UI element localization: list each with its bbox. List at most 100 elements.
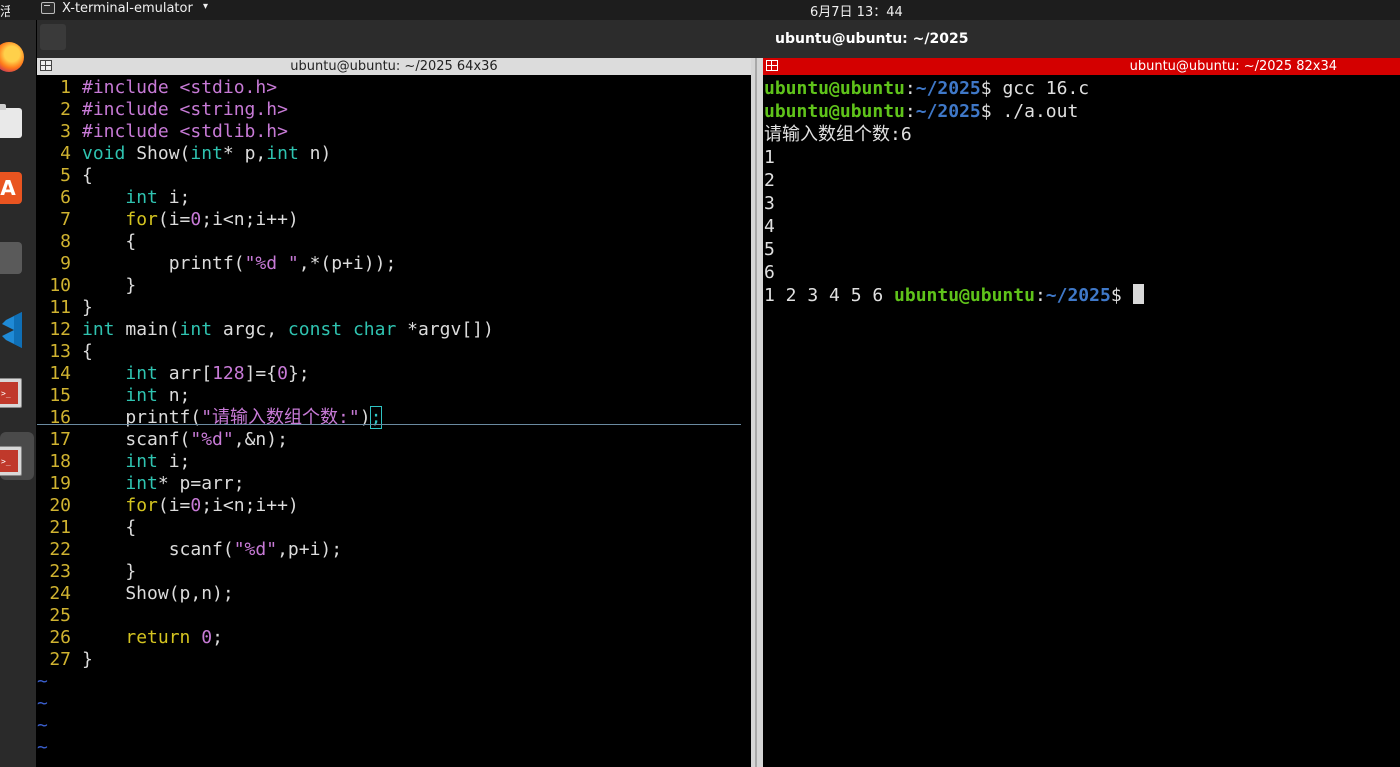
code-token: * p=arr;	[157, 473, 245, 494]
code-line[interactable]: 2 #include <string.h>	[37, 99, 751, 121]
code-line[interactable]: 7 for(i=0;i<n;i++)	[37, 209, 751, 231]
code-token: #include <string.h>	[82, 99, 288, 120]
code-line[interactable]: 4 void Show(int* p,int n)	[37, 143, 751, 165]
line-number: 6	[60, 187, 71, 208]
dock-item-firefox[interactable]	[0, 28, 34, 76]
code-line[interactable]: 21 {	[37, 517, 751, 539]
code-line[interactable]: 11}	[37, 297, 751, 319]
code-token: int	[179, 319, 213, 340]
code-line[interactable]: 18 int i;	[37, 451, 751, 473]
code-token: };	[287, 363, 310, 384]
code-token: int	[125, 363, 158, 384]
code-token: scanf(	[82, 539, 234, 560]
app-menu-button[interactable]: X-terminal-emulator	[62, 1, 193, 16]
code-line[interactable]: 26 return 0;	[37, 627, 751, 649]
code-token: int	[125, 385, 158, 406]
line-number: 27	[49, 649, 71, 670]
window-menu-button[interactable]	[40, 24, 66, 50]
code-token: for	[125, 495, 158, 516]
code-token: 0	[201, 627, 213, 648]
pane-menu-icon[interactable]	[40, 60, 52, 71]
activities-button[interactable]: 活动	[0, 1, 10, 20]
terminal-line: 1 2 3 4 5 6 ubuntu@ubuntu:~/2025$	[764, 284, 1394, 307]
code-token: const	[287, 319, 343, 340]
dock-item-vscode[interactable]	[0, 302, 34, 350]
line-number: 15	[49, 385, 71, 406]
shell-output[interactable]: ubuntu@ubuntu:~/2025$ gcc 16.c ubuntu@ubu…	[764, 77, 1394, 307]
code-line[interactable]: 25	[37, 605, 751, 627]
code-line[interactable]: 1 #include <stdio.h>	[37, 77, 751, 99]
dock-item-software[interactable]: A	[0, 166, 34, 214]
terminal-line: 6	[764, 261, 1394, 284]
code-line[interactable]: 9 printf("%d ",*(p+i));	[37, 253, 751, 275]
dock-item-terminal[interactable]	[0, 370, 34, 418]
line-number: 3	[60, 121, 71, 142]
terminal-line: 4	[764, 215, 1394, 238]
code-line[interactable]: 10 }	[37, 275, 751, 297]
pane-menu-icon[interactable]	[766, 60, 778, 71]
line-number: 26	[49, 627, 71, 648]
dock-item-files[interactable]	[0, 100, 34, 148]
terminal-icon	[0, 446, 22, 476]
terminal-text: 1	[764, 147, 775, 168]
terminal-line: ubuntu@ubuntu:~/2025$ ./a.out	[764, 100, 1394, 123]
code-line[interactable]: 24 Show(p,n);	[37, 583, 751, 605]
terminal-text: $ ./a.out	[980, 101, 1079, 122]
code-token: {	[82, 231, 137, 252]
dock-item-terminal-active[interactable]	[0, 432, 34, 480]
code-line[interactable]: 6 int i;	[37, 187, 751, 209]
prompt-path: ~/2025	[915, 101, 981, 122]
vim-editor[interactable]: 1 #include <stdio.h> 2 #include <string.h> 3…	[37, 77, 751, 759]
right-pane-title: ubuntu@ubuntu: ~/2025 82x34	[1129, 59, 1337, 74]
code-token: return	[125, 627, 191, 648]
chevron-down-icon[interactable]: ▾	[203, 1, 208, 12]
window-titlebar[interactable]: ubuntu@ubuntu: ~/2025	[37, 20, 1400, 58]
clock[interactable]: 6月7日 13：44	[810, 1, 903, 20]
code-line[interactable]: 8 {	[37, 231, 751, 253]
left-pane-titlebar[interactable]: ubuntu@ubuntu: ~/2025 64x36	[37, 58, 751, 75]
code-line[interactable]: 27}	[37, 649, 751, 671]
terminal-text: $ gcc 16.c	[980, 78, 1090, 99]
app-icon	[0, 242, 22, 274]
code-token: 128	[212, 363, 245, 384]
code-token: for	[125, 209, 158, 230]
terminal-line: ubuntu@ubuntu:~/2025$ gcc 16.c	[764, 77, 1394, 100]
code-line[interactable]: 20 for(i=0;i<n;i++)	[37, 495, 751, 517]
code-line[interactable]: 17 scanf("%d",&n);	[37, 429, 751, 451]
code-line[interactable]: 13 {	[37, 341, 751, 363]
code-line[interactable]: 16 printf("请输入数组个数:");	[37, 406, 751, 429]
code-line[interactable]: 22 scanf("%d",p+i);	[37, 539, 751, 561]
pane-divider[interactable]	[751, 58, 763, 767]
line-number: 10	[49, 275, 71, 296]
code-token: i;	[157, 451, 191, 472]
code-line[interactable]: 12 int main(int argc, const char *argv[])	[37, 319, 751, 341]
vscode-icon	[2, 312, 22, 348]
dock-item-app[interactable]	[0, 234, 34, 282]
right-terminal-pane[interactable]: ubuntu@ubuntu: ~/2025 82x34 ubuntu@ubunt…	[763, 58, 1400, 767]
code-line[interactable]: 14 int arr[128]={0};	[37, 363, 751, 385]
code-line[interactable]: 15 int n;	[37, 385, 751, 407]
code-token: ;i<n;i++)	[201, 209, 299, 230]
terminal-app-icon[interactable]	[41, 2, 55, 14]
terminal-text: $	[1110, 285, 1133, 306]
code-line[interactable]: 23 }	[37, 561, 751, 583]
terminal-text: 3	[764, 193, 775, 214]
line-number: 14	[49, 363, 71, 384]
left-terminal-pane[interactable]: ubuntu@ubuntu: ~/2025 64x36 1 #include <s…	[37, 58, 751, 767]
code-token: }	[82, 297, 93, 318]
code-line[interactable]: 3 #include <stdlib.h>	[37, 121, 751, 143]
line-number: 24	[49, 583, 71, 604]
right-pane-titlebar[interactable]: ubuntu@ubuntu: ~/2025 82x34	[763, 58, 1400, 75]
code-line[interactable]: 5{	[37, 165, 751, 187]
code-token: * p,	[222, 143, 267, 164]
code-token: int	[266, 143, 299, 164]
code-token: argc,	[212, 319, 288, 340]
code-line[interactable]: 19 int* p=arr;	[37, 473, 751, 495]
code-token: (i=	[157, 495, 191, 516]
code-token: Show(	[125, 143, 191, 164]
terminal-line: 2	[764, 169, 1394, 192]
